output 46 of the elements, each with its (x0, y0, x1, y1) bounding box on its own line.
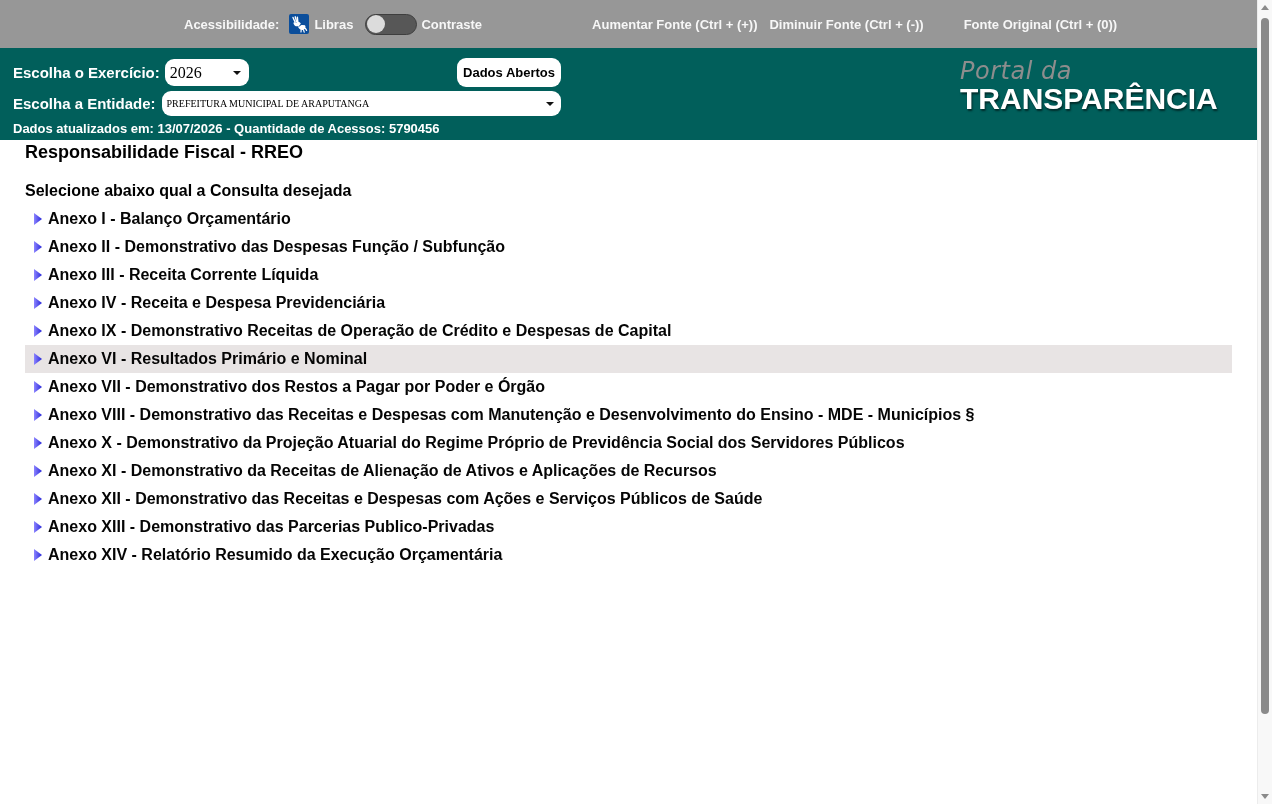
triangle-right-icon (34, 297, 42, 309)
entity-select[interactable]: PREFEITURA MUNICIPAL DE ARAPUTANGA (161, 91, 561, 116)
page-title: Responsabilidade Fiscal - RREO (25, 141, 305, 163)
caret-down-icon (546, 101, 554, 106)
report-link[interactable]: Anexo VIII - Demonstrativo das Receitas e Despesas com Manutenção e Desenvolvimento do Ensino - MDE - Municípios § (25, 401, 1232, 429)
report-link[interactable]: Anexo XIII - Demonstrativo das Parcerias Publico-Privadas (25, 513, 1232, 541)
scroll-up-arrow-icon[interactable] (1261, 5, 1269, 10)
exercise-label: Escolha o Exercício: (13, 64, 160, 81)
caret-down-icon (232, 70, 241, 75)
entity-label: Escolha a Entidade: (13, 95, 156, 112)
triangle-right-icon (34, 269, 42, 281)
triangle-right-icon (34, 409, 42, 421)
accessibility-label: Acessibilidade: (184, 16, 280, 32)
triangle-right-icon (34, 381, 42, 393)
scroll-down-arrow-icon[interactable] (1261, 794, 1269, 799)
triangle-right-icon (34, 241, 42, 253)
sign-language-hands-icon (289, 14, 310, 34)
triangle-right-icon (34, 465, 42, 477)
scrollbar-thumb[interactable] (1261, 18, 1269, 714)
report-link[interactable]: Anexo XII - Demonstrativo das Receitas e Despesas com Ações e Serviços Públicos de Saúde (25, 485, 1232, 513)
instruction-text: Selecione abaixo qual a Consulta desejada (25, 181, 353, 201)
report-link[interactable]: Anexo IV - Receita e Despesa Previdenciária (25, 289, 1232, 317)
year-select[interactable]: 2026 (164, 59, 249, 86)
contrast-label: Contraste (421, 16, 483, 32)
triangle-right-icon (34, 437, 42, 449)
triangle-right-icon (34, 353, 42, 365)
report-link[interactable]: Anexo I - Balanço Orçamentário (25, 205, 1232, 233)
scrollbar[interactable] (1257, 0, 1272, 804)
report-link[interactable]: Anexo III - Receita Corrente Líquida (25, 261, 1232, 289)
report-link[interactable]: Anexo VI - Resultados Primário e Nominal (25, 345, 1232, 373)
logo-text: Portal da (960, 58, 1072, 84)
contrast-toggle[interactable] (365, 13, 418, 35)
triangle-right-icon (34, 493, 42, 505)
update-info-text: Dados atualizados em: 13/07/2026 - Quantidade de Acessos: 5790456 (13, 121, 441, 137)
report-link[interactable]: Anexo XIV - Relatório Resumido da Execução Orçamentária (25, 541, 1232, 569)
report-link[interactable]: Anexo X - Demonstrativo da Projeção Atuarial do Regime Próprio de Previdência Social dos Servidores Públicos (25, 429, 1232, 457)
report-link[interactable]: Anexo II - Demonstrativo das Despesas Função / Subfunção (25, 233, 1232, 261)
triangle-right-icon (34, 549, 42, 561)
triangle-right-icon (34, 521, 42, 533)
report-link[interactable]: Anexo XI - Demonstrativo da Receitas de Alienação de Ativos e Aplicações de Recursos (25, 457, 1232, 485)
report-link[interactable]: Anexo IX - Demonstrativo Receitas de Operação de Crédito e Despesas de Capital (25, 317, 1232, 345)
triangle-right-icon (34, 213, 42, 225)
triangle-right-icon (34, 325, 42, 337)
open-data-button[interactable]: Dados Abertos (457, 58, 561, 87)
report-link[interactable]: Anexo VII - Demonstrativo dos Restos a Pagar por Poder e Órgão (25, 373, 1232, 401)
logo-title: TRANSPARÊNCIA (960, 83, 1218, 115)
